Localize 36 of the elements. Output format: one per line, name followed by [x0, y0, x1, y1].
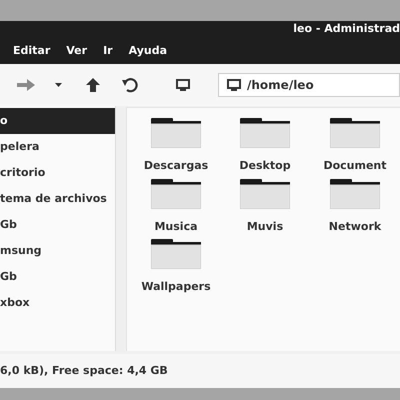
folder-icon[interactable]: [240, 118, 290, 148]
reload-icon[interactable]: [122, 77, 138, 93]
folder-label: Musica: [154, 218, 198, 234]
computer-icon[interactable]: [176, 79, 190, 91]
folder-label: Desktop: [239, 158, 291, 174]
menu-item[interactable]: Ir: [103, 42, 113, 60]
sidebar-item[interactable]: o: [0, 108, 115, 134]
menu-item[interactable]: Editar: [13, 42, 50, 60]
sidebar-item[interactable]: Gb: [0, 264, 115, 290]
path-text: /home/leo: [247, 77, 314, 94]
folder-icon[interactable]: [151, 118, 201, 148]
folder-label: Muvis: [246, 218, 284, 234]
folder-icon[interactable]: [240, 178, 290, 208]
folder-icon[interactable]: [151, 239, 201, 269]
sidebar-item[interactable]: Gb: [0, 212, 115, 238]
folder-icon[interactable]: [330, 118, 380, 148]
window-title: leo - Administrad: [293, 21, 400, 38]
sidebar-item[interactable]: pelera: [0, 134, 115, 160]
caret-icon[interactable]: [55, 83, 62, 87]
menu-item[interactable]: Ayuda: [128, 42, 168, 60]
folder-label: Document: [323, 158, 387, 174]
sidebar-item[interactable]: critorio: [0, 160, 115, 186]
menu-item[interactable]: Ver: [66, 42, 88, 60]
folder-icon[interactable]: [330, 178, 380, 208]
path-field[interactable]: /home/leo: [218, 73, 400, 97]
folder-label: Descargas: [144, 158, 208, 174]
forward-arrow-icon[interactable]: [17, 79, 35, 91]
folder-label: Wallpapers: [141, 279, 211, 295]
up-arrow-icon[interactable]: [86, 78, 100, 92]
sidebar-item[interactable]: tema de archivos: [0, 186, 115, 212]
sidebar-item[interactable]: xbox: [0, 290, 115, 316]
status-text: 6,0 kB), Free space: 4,4 GB: [0, 362, 168, 379]
folder-icon[interactable]: [151, 178, 201, 208]
folder-label: Network: [328, 218, 382, 234]
computer-icon: [227, 79, 241, 91]
sidebar-item[interactable]: msung: [0, 238, 115, 264]
